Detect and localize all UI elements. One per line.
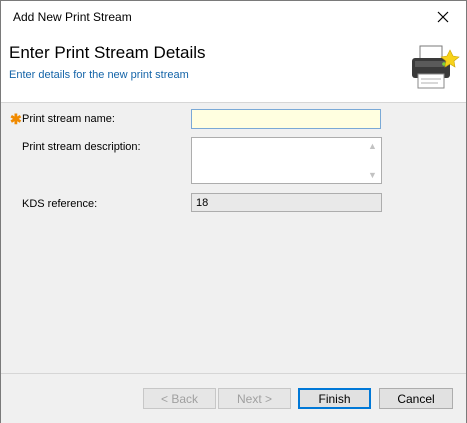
kds-reference-label: KDS reference: [22,198,98,210]
window-title: Add New Print Stream [13,10,132,24]
back-button[interactable]: < Back [143,388,216,409]
printer-icon [412,45,460,89]
finish-button[interactable]: Finish [298,388,371,409]
dialog-window: Add New Print Stream Enter Print Stream … [0,0,467,423]
stream-description-input[interactable]: ▲ ▼ [191,137,382,184]
close-button[interactable] [420,1,466,32]
page-subtitle: Enter details for the new print stream [9,69,189,81]
description-scrollbar[interactable]: ▲ ▼ [364,138,381,183]
title-bar[interactable]: Add New Print Stream [1,1,466,32]
close-icon [437,11,449,22]
scroll-down-icon[interactable]: ▼ [368,170,377,180]
wizard-footer: < Back Next > Finish Cancel [1,373,466,423]
form-area: ✱ Print stream name: Print stream descri… [1,103,466,373]
next-button[interactable]: Next > [218,388,291,409]
wizard-header: Enter Print Stream Details Enter details… [1,32,466,103]
stream-name-label: Print stream name: [22,113,115,125]
stream-name-input[interactable] [191,109,381,129]
scroll-up-icon[interactable]: ▲ [368,141,377,151]
stream-description-label: Print stream description: [22,141,141,153]
kds-reference-field: 18 [191,193,382,212]
required-marker-icon: ✱ [10,111,22,127]
page-title: Enter Print Stream Details [9,43,206,62]
cancel-button[interactable]: Cancel [379,388,453,409]
